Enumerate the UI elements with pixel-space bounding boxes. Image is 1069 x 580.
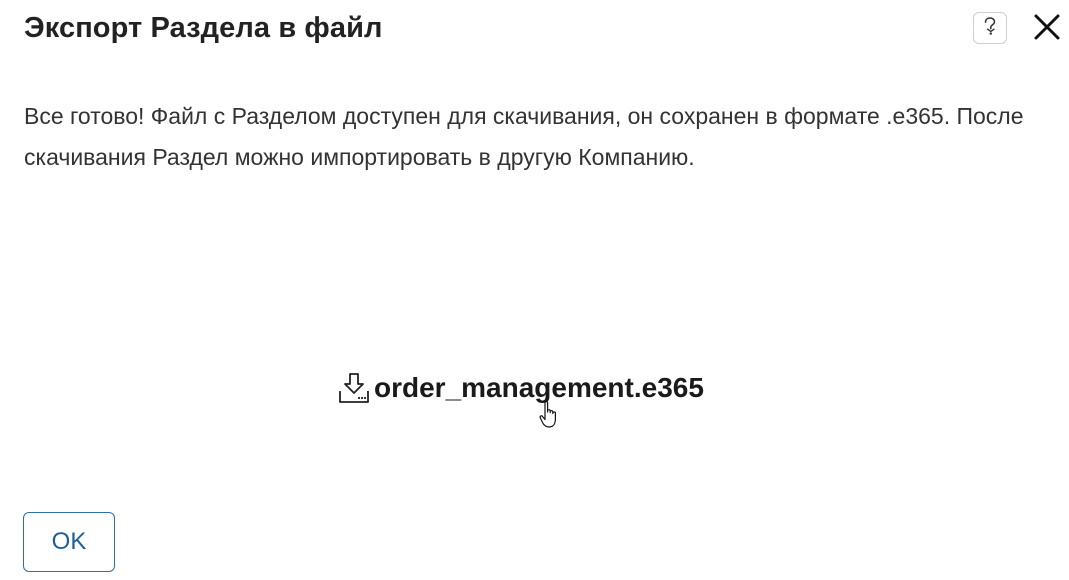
export-message: Все готово! Файл с Разделом доступен для…: [24, 103, 1024, 170]
help-button[interactable]: [973, 12, 1007, 44]
download-file-link[interactable]: order_management.e365: [336, 366, 704, 410]
download-file-name[interactable]: order_management.e365: [374, 366, 704, 410]
ok-button[interactable]: OK: [23, 512, 115, 572]
close-button[interactable]: [1030, 12, 1064, 46]
export-dialog: Экспорт Раздела в файл Все готово! Файл …: [0, 0, 1069, 580]
close-icon: [1033, 13, 1061, 46]
dialog-title: Экспорт Раздела в файл: [24, 12, 383, 44]
question-icon: [982, 16, 998, 41]
download-icon: [336, 370, 372, 406]
